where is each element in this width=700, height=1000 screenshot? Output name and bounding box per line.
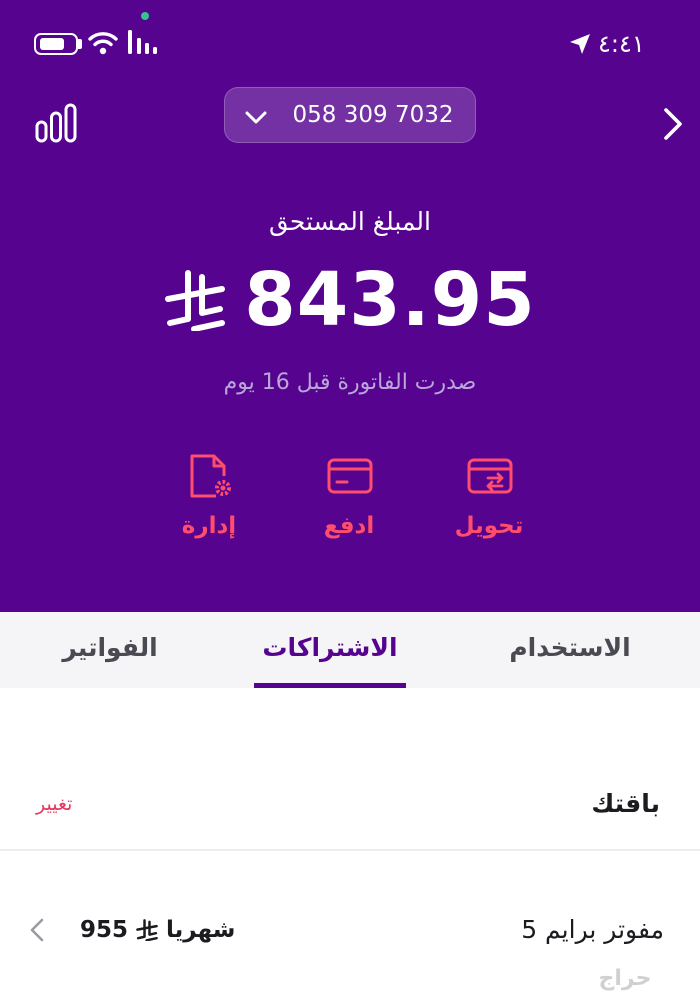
plan-price-value: 955 <box>80 917 129 943</box>
stats-icon[interactable] <box>34 102 78 144</box>
plan-price-period: شهريا <box>166 917 236 943</box>
tab-usage[interactable]: الاستخدام <box>480 612 660 688</box>
active-tab-indicator <box>254 683 406 688</box>
riyal-icon <box>165 270 226 331</box>
card-transfer-icon <box>467 458 513 494</box>
plan-name[interactable]: مفوتر برايم 5 <box>420 910 664 950</box>
plan-section-title: باقتك <box>591 789 660 818</box>
header-panel: ٤:٤١ 058 309 7032 المبلغ المستحق 843.95 … <box>0 0 700 612</box>
amount-due: 843.95 <box>150 258 550 342</box>
card-icon <box>327 458 373 494</box>
pay-button[interactable]: ادفع <box>284 452 414 552</box>
status-bar: ٤:٤١ <box>0 0 700 80</box>
phone-number: 058 309 7032 <box>292 102 454 128</box>
chevron-right-icon[interactable] <box>658 104 688 144</box>
watermark: حراج <box>598 966 652 991</box>
battery-tip <box>78 39 82 49</box>
amount-due-value: 843.95 <box>244 257 536 343</box>
bill-issued-text: صدرت الفاتورة قبل 16 يوم <box>223 370 477 395</box>
riyal-icon <box>136 919 158 941</box>
notification-dot <box>141 12 149 20</box>
document-gear-icon <box>190 454 231 498</box>
location-icon <box>570 34 590 54</box>
pay-label: ادفع <box>323 513 375 539</box>
tab-bills[interactable]: الفواتير <box>40 612 180 688</box>
manage-button[interactable]: إدارة <box>144 452 274 552</box>
divider <box>0 849 700 851</box>
transfer-label: تحويل <box>454 513 524 539</box>
chevron-left-icon[interactable] <box>28 917 46 943</box>
battery-icon <box>34 33 78 55</box>
signal-icon <box>128 30 157 54</box>
change-plan-link[interactable]: تغيير <box>36 788 136 820</box>
tab-subscriptions[interactable]: الاشتراكات <box>240 612 420 688</box>
amount-due-label: المبلغ المستحق <box>269 207 431 236</box>
tab-bar: الاستخدام الاشتراكات الفواتير <box>0 612 700 688</box>
phone-number-selector[interactable]: 058 309 7032 <box>224 87 476 143</box>
wifi-icon <box>88 32 118 55</box>
transfer-button[interactable]: تحويل <box>424 452 554 552</box>
status-time: ٤:٤١ <box>598 30 645 58</box>
plan-price: 955 شهريا <box>80 910 300 950</box>
manage-label: إدارة <box>181 513 237 539</box>
chevron-down-icon <box>245 111 267 124</box>
